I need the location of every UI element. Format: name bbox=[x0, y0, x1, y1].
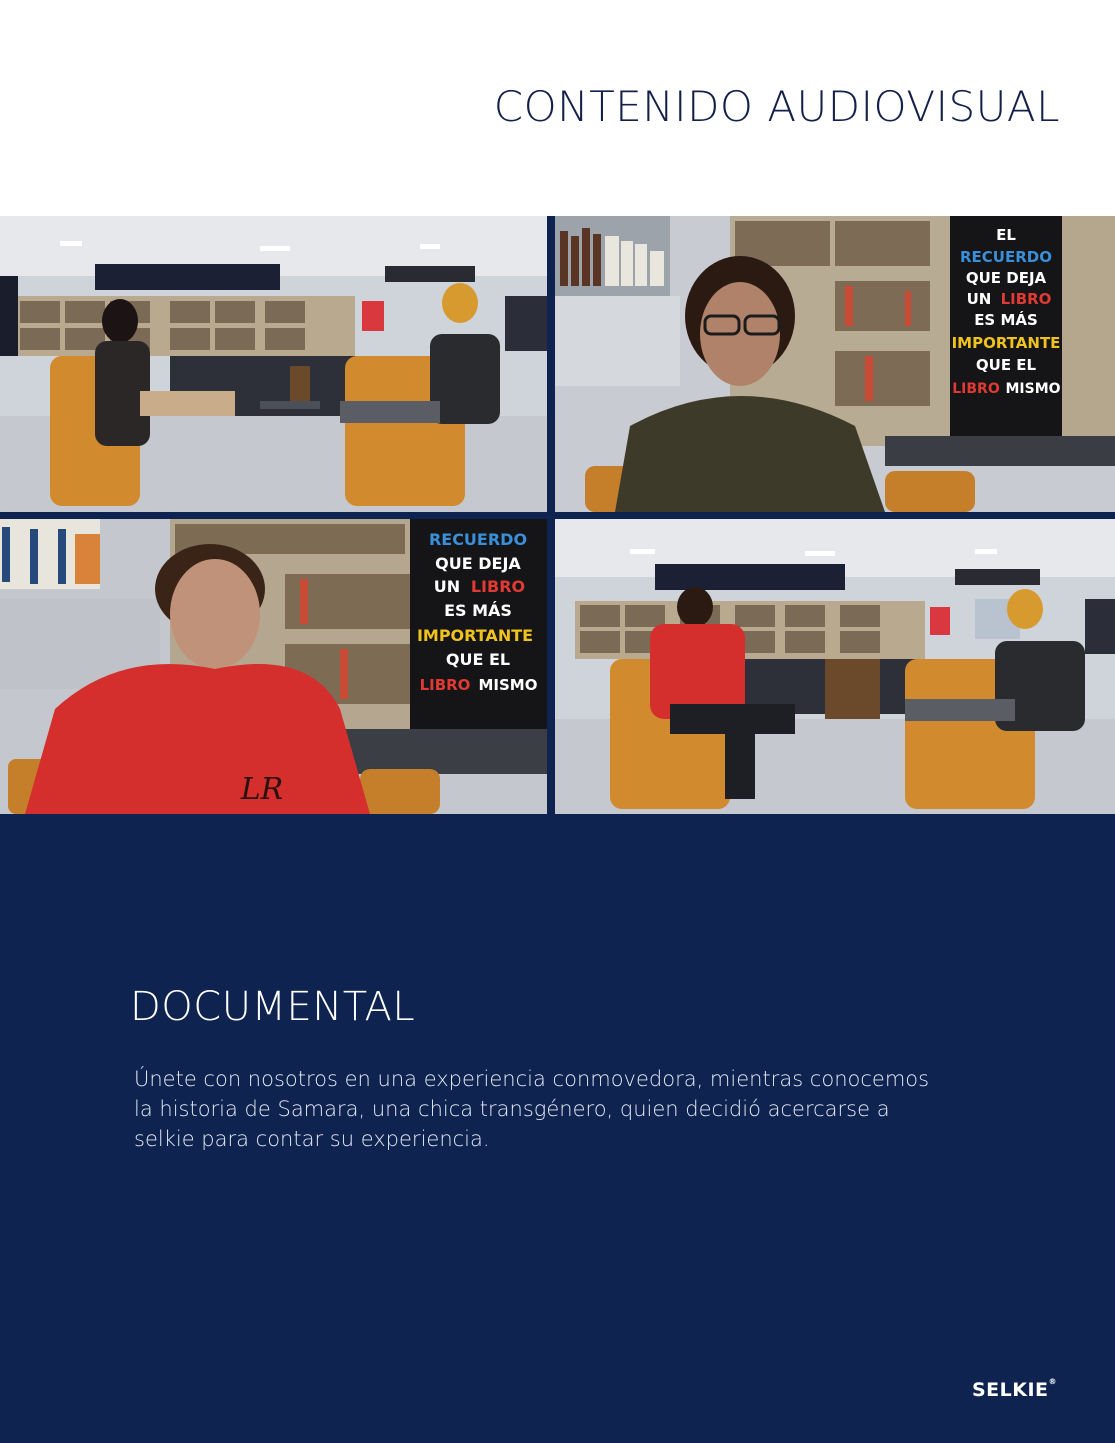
sign-line-4b: LIBRO bbox=[471, 577, 525, 596]
video-still-interview-wide-2 bbox=[555, 519, 1115, 814]
video-still-interview-wide bbox=[0, 216, 547, 512]
sign-line-4b: LIBRO bbox=[1001, 290, 1052, 308]
video-still-glasses-closeup: EL RECUERDO QUE DEJA UN LIBRO ES MÁS IMP… bbox=[555, 216, 1115, 512]
sign-line-6: IMPORTANTE bbox=[417, 626, 533, 645]
sign-line-3: QUE DEJA bbox=[966, 269, 1047, 287]
sign-line-8a: LIBRO bbox=[952, 381, 1000, 397]
sign-line-3: QUE DEJA bbox=[435, 554, 521, 573]
svg-text:LR: LR bbox=[240, 772, 284, 807]
section-title: DOCUMENTAL bbox=[130, 984, 416, 1030]
section-description: Únete con nosotros en una experiencia co… bbox=[134, 1067, 930, 1151]
sign-line-4a: UN bbox=[434, 577, 460, 596]
sign-line-1: EL bbox=[996, 226, 1016, 244]
video-stills-grid: EL RECUERDO QUE DEJA UN LIBRO ES MÁS IMP… bbox=[0, 216, 1115, 814]
registered-mark: ® bbox=[1048, 1377, 1057, 1386]
sign-line-6: IMPORTANTE bbox=[952, 334, 1061, 352]
sign-line-5: ES MÁS bbox=[974, 310, 1038, 329]
documental-section: DOCUMENTAL Únete con nosotros en una exp… bbox=[0, 814, 1115, 1443]
brand-name: SELKIE bbox=[971, 1379, 1049, 1401]
video-still-red-hoodie-closeup: RECUERDO QUE DEJA UN LIBRO ES MÁS IMPORT… bbox=[0, 519, 547, 814]
sign-line-7: QUE EL bbox=[976, 356, 1037, 374]
sign-line-2: RECUERDO bbox=[960, 248, 1052, 266]
sign-line-4a: UN bbox=[967, 290, 992, 308]
sign-line-8b: MISMO bbox=[1005, 381, 1060, 397]
page-title: CONTENIDO AUDIOVISUAL bbox=[493, 82, 1060, 131]
sign-line-5: ES MÁS bbox=[444, 601, 512, 620]
sign-line-8b: MISMO bbox=[479, 676, 538, 694]
brand-logo: SELKIE® bbox=[971, 1377, 1057, 1401]
sign-line-7: QUE EL bbox=[446, 650, 510, 669]
sign-line-8a: LIBRO bbox=[420, 676, 471, 694]
sign-line-2: RECUERDO bbox=[429, 530, 527, 549]
